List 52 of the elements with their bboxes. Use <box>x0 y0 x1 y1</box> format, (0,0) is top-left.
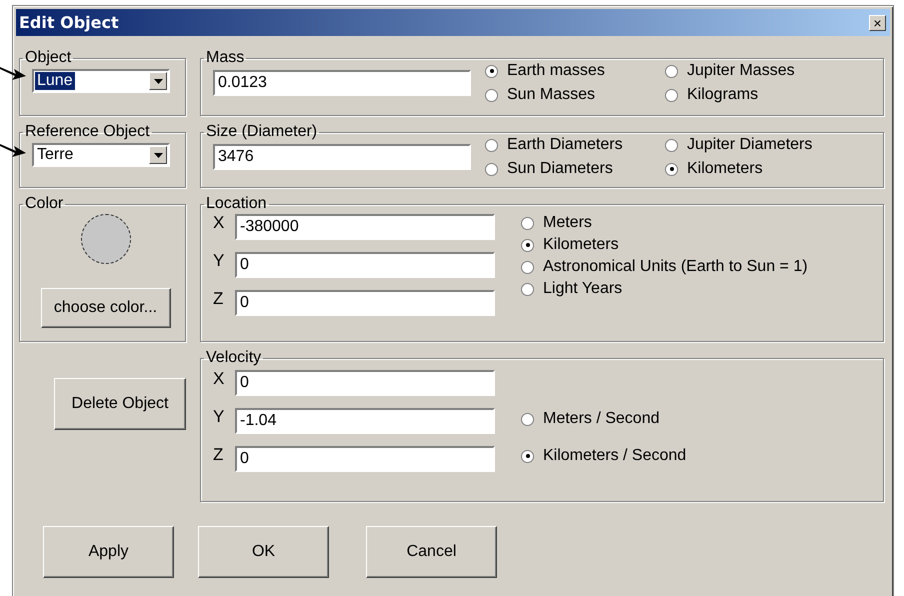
unit-radio[interactable]: Sun Diameters <box>485 158 665 180</box>
caret-icon <box>154 152 162 158</box>
arrow-icon <box>0 141 26 159</box>
unit-radio[interactable]: Jupiter Diameters <box>665 134 865 156</box>
velocity-field[interactable]: 0 <box>235 370 495 396</box>
group-title: Location <box>205 196 268 212</box>
size-field[interactable]: 3476 <box>213 144 471 170</box>
dropdown-button[interactable] <box>149 72 167 90</box>
group-title: Velocity <box>205 350 262 366</box>
axis-label: Z <box>213 445 224 465</box>
window-title: Edit Object <box>19 13 119 32</box>
group-title: Reference Object <box>24 124 151 140</box>
unit-radio[interactable]: Meters / Second <box>521 408 686 430</box>
unit-radio[interactable]: Sun Masses <box>485 84 665 106</box>
unit-radio[interactable]: Light Years <box>521 278 808 300</box>
reference-dropdown[interactable]: Terre <box>32 143 170 167</box>
dialog-button[interactable]: OK <box>198 526 329 578</box>
group-title: Mass <box>205 50 246 66</box>
velocity-field[interactable]: -1.04 <box>235 408 495 434</box>
axis-label: Z <box>213 289 224 309</box>
axis-label: X <box>213 369 226 389</box>
unit-radio[interactable]: Kilograms <box>665 84 865 106</box>
axis-label: X <box>213 213 226 233</box>
dialog-button[interactable]: Cancel <box>366 526 497 578</box>
group-title: Color <box>24 196 64 212</box>
axis-label: Y <box>213 251 226 271</box>
axis-label: Y <box>213 407 226 427</box>
coordinate-field[interactable]: -380000 <box>235 214 495 240</box>
close-button[interactable]: × <box>869 14 886 30</box>
unit-radio[interactable]: Jupiter Masses <box>665 60 865 82</box>
unit-radio[interactable]: Kilometers <box>521 234 808 256</box>
coordinate-field[interactable]: 0 <box>235 252 495 278</box>
mass-field[interactable]: 0.0123 <box>213 70 471 96</box>
unit-radio[interactable]: Meters <box>521 212 808 234</box>
coordinate-field[interactable]: 0 <box>235 290 495 316</box>
unit-radio[interactable]: Astronomical Units (Earth to Sun = 1) <box>521 256 808 278</box>
caret-icon <box>154 78 162 84</box>
dropdown-value: Terre <box>36 146 74 164</box>
dialog-button[interactable]: Apply <box>43 526 174 578</box>
unit-radio[interactable]: Kilometers <box>665 158 865 180</box>
object-dropdown[interactable]: Lune <box>32 69 170 93</box>
group-title: Object <box>24 50 72 66</box>
unit-radio[interactable]: Kilometers / Second <box>521 445 686 467</box>
unit-radio[interactable]: Earth Diameters <box>485 134 665 156</box>
arrow-icon <box>0 64 26 82</box>
dropdown-button[interactable] <box>149 146 167 164</box>
dropdown-value: Lune <box>35 72 75 90</box>
group-title: Size (Diameter) <box>205 124 318 140</box>
choose-color-button[interactable]: choose color... <box>40 288 170 328</box>
velocity-field[interactable]: 0 <box>235 446 495 472</box>
unit-radio[interactable]: Earth masses <box>485 60 665 82</box>
delete-button[interactable]: Delete Object <box>54 378 186 430</box>
